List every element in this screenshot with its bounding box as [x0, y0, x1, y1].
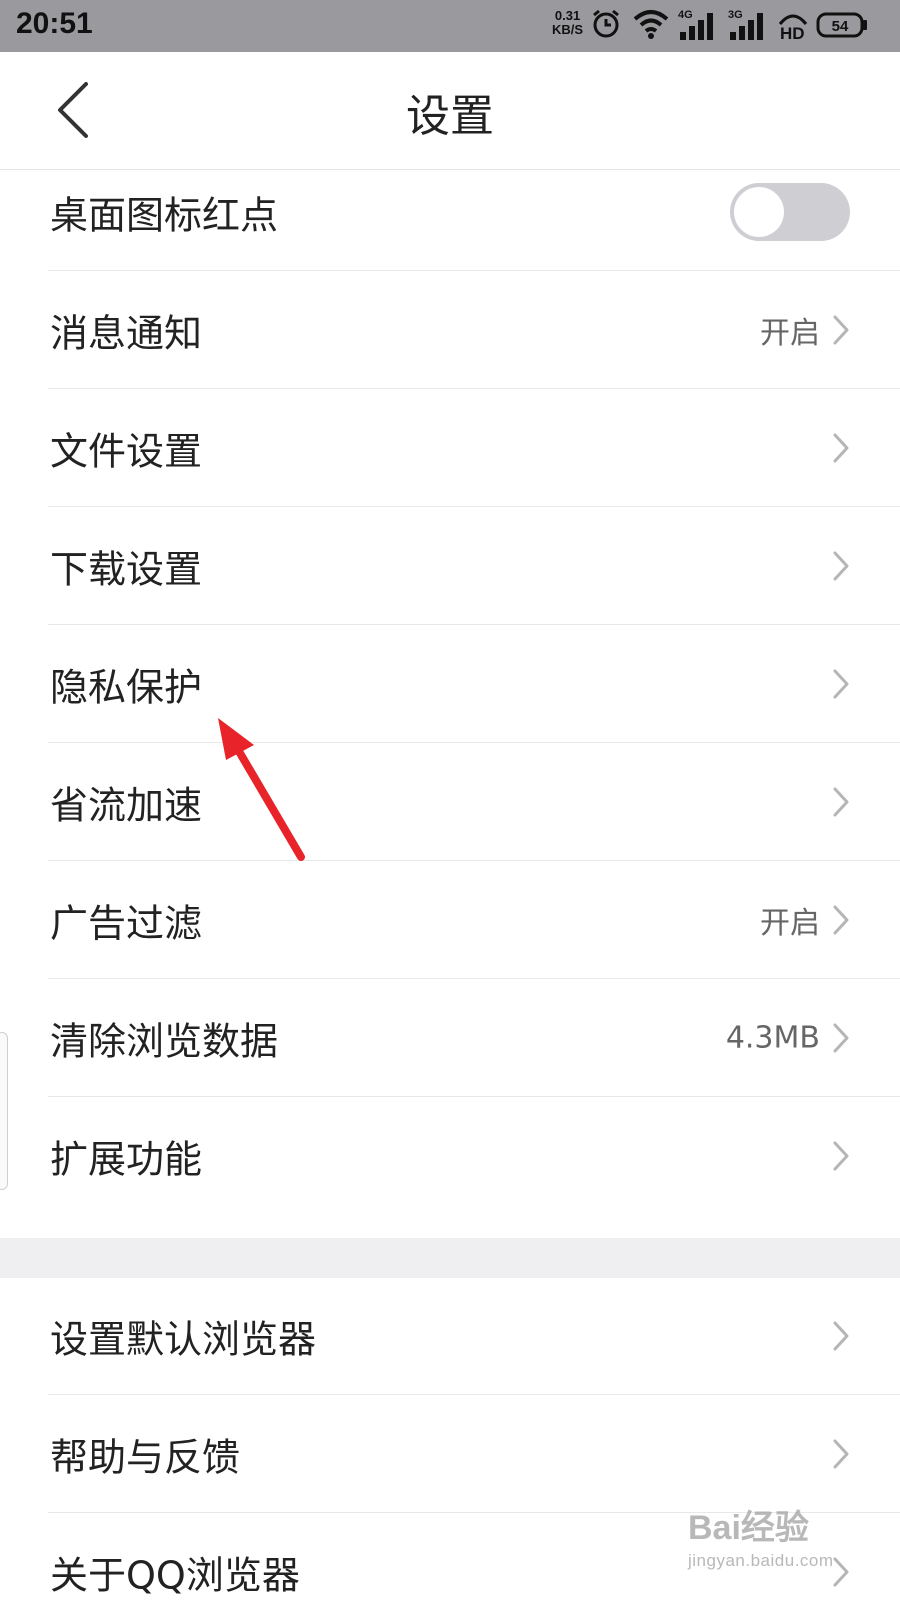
- page-title: 设置: [406, 91, 494, 142]
- setting-notifications[interactable]: 消息通知 开启: [0, 271, 900, 389]
- chevron-right-icon: [833, 1439, 849, 1469]
- setting-help-feedback[interactable]: 帮助与反馈: [0, 1395, 900, 1513]
- chevron-right-icon: [833, 1141, 849, 1171]
- battery-level: 54: [832, 18, 849, 35]
- chevron-right-icon: [833, 787, 849, 817]
- signal-4g-icon: 4G: [678, 9, 713, 40]
- setting-label: 消息通知: [50, 311, 203, 356]
- hd-icon: HD: [778, 14, 808, 42]
- chevron-right-icon: [833, 433, 849, 463]
- setting-label: 关于QQ浏览器: [50, 1553, 300, 1598]
- setting-label: 帮助与反馈: [50, 1435, 241, 1480]
- desktop-badge-toggle[interactable]: [730, 183, 850, 241]
- wifi-icon: [633, 10, 669, 39]
- chevron-right-icon: [833, 1023, 849, 1053]
- hd-label: HD: [780, 24, 805, 42]
- section-divider: [0, 1238, 900, 1278]
- setting-download[interactable]: 下载设置: [0, 507, 900, 625]
- toggle-knob: [734, 187, 784, 237]
- status-bar: 20:51 0.31 KB/S 4G 3G HD 54: [0, 0, 900, 52]
- network-speed-unit: KB/S: [552, 22, 584, 37]
- setting-value: 开启: [760, 906, 820, 941]
- setting-label: 广告过滤: [50, 901, 203, 946]
- setting-label: 文件设置: [50, 429, 203, 474]
- chevron-right-icon: [833, 315, 849, 345]
- watermark-logo: Bai经验 jingyan.baidu.com: [688, 1500, 834, 1571]
- watermark-brand: Bai经验: [688, 1509, 809, 1547]
- network-speed-value: 0.31: [554, 8, 581, 23]
- network-1-label: 4G: [678, 9, 693, 21]
- chevron-right-icon: [833, 551, 849, 581]
- setting-data-saver[interactable]: 省流加速: [0, 743, 900, 861]
- setting-file[interactable]: 文件设置: [0, 389, 900, 507]
- setting-privacy[interactable]: 隐私保护: [0, 625, 900, 743]
- setting-clear-data[interactable]: 清除浏览数据 4.3MB: [0, 979, 900, 1097]
- setting-desktop-badge[interactable]: 桌面图标红点: [0, 153, 900, 271]
- signal-3g-icon: 3G: [728, 9, 763, 40]
- setting-value: 开启: [760, 316, 820, 351]
- network-2-label: 3G: [728, 9, 743, 21]
- setting-label: 下载设置: [50, 547, 203, 592]
- setting-label: 隐私保护: [50, 665, 203, 710]
- setting-label: 扩展功能: [50, 1137, 203, 1182]
- setting-value: 4.3MB: [725, 1020, 820, 1056]
- setting-extensions[interactable]: 扩展功能: [0, 1097, 900, 1215]
- setting-default-browser[interactable]: 设置默认浏览器: [0, 1277, 900, 1395]
- chevron-right-icon: [833, 669, 849, 699]
- setting-label: 清除浏览数据: [50, 1019, 279, 1064]
- chevron-right-icon: [833, 905, 849, 935]
- setting-label: 桌面图标红点: [50, 193, 279, 238]
- battery-icon: 54: [816, 12, 867, 38]
- watermark-url: jingyan.baidu.com: [688, 1551, 834, 1570]
- chevron-right-icon: [833, 1321, 849, 1351]
- setting-label: 设置默认浏览器: [50, 1317, 317, 1362]
- setting-label: 省流加速: [50, 783, 203, 828]
- network-speed: 0.31 KB/S: [552, 9, 583, 37]
- status-time: 20:51: [16, 7, 93, 40]
- floating-side-handle[interactable]: [0, 1032, 8, 1190]
- setting-ad-filter[interactable]: 广告过滤 开启: [0, 861, 900, 979]
- alarm-icon: [593, 9, 619, 38]
